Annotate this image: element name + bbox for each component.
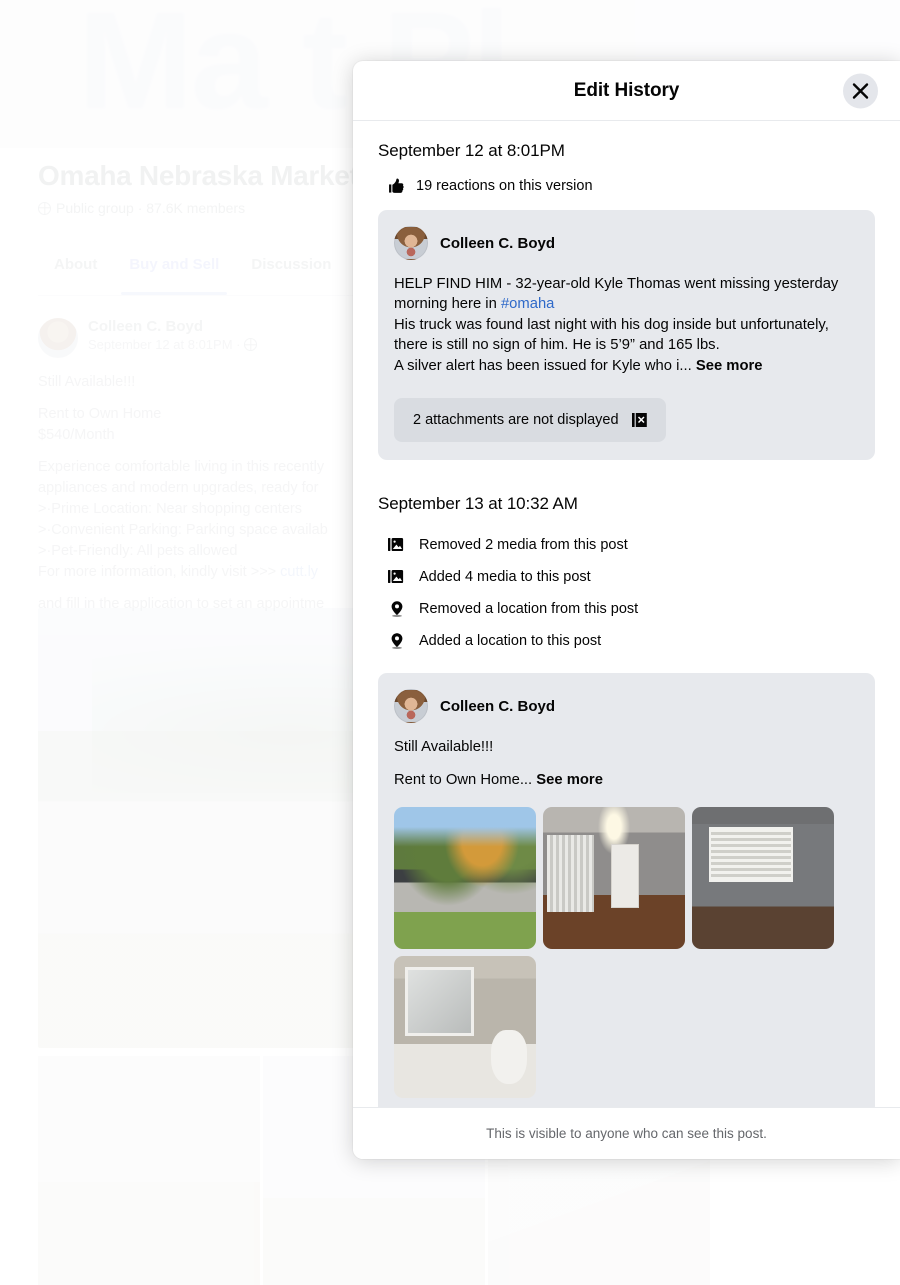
change-label: Added 4 media to this post xyxy=(419,569,591,586)
change-label: Added a location to this post xyxy=(419,633,602,650)
media-icon xyxy=(388,570,404,584)
post-text-line-3: His truck was found last night with his … xyxy=(394,316,829,333)
change-label: Removed 2 media from this post xyxy=(419,537,628,554)
reactions-count-text: 19 reactions on this version xyxy=(416,177,593,194)
post-text-line-2: morning here in #omaha xyxy=(394,294,859,314)
change-item-added-media: Added 4 media to this post xyxy=(388,561,875,593)
post-text-line-5-text: A silver alert has been issued for Kyle … xyxy=(394,357,692,374)
visibility-note: This is visible to anyone who can see th… xyxy=(486,1126,767,1141)
post-text-line-1: Still Available!!! xyxy=(394,739,494,756)
version-post-card-2: Colleen C. Boyd Still Available!!! Rent … xyxy=(378,673,875,1107)
photo-bathroom[interactable] xyxy=(394,955,536,1098)
photo-bedroom-window[interactable] xyxy=(692,806,834,949)
see-more-link[interactable]: See more xyxy=(696,358,763,374)
post-photo-row xyxy=(394,806,859,949)
see-more-link[interactable]: See more xyxy=(536,772,603,788)
broken-image-icon xyxy=(631,413,647,428)
post-text-line-4: there is still no sign of him. He is 5’9… xyxy=(394,337,720,354)
change-list: Removed 2 media from this post Added 4 m… xyxy=(378,529,875,657)
photo-house-exterior[interactable] xyxy=(394,806,536,949)
change-item-added-location: Added a location to this post xyxy=(388,625,875,657)
post-text-line-2-pre: morning here in xyxy=(394,296,501,313)
hashtag-omaha[interactable]: #omaha xyxy=(501,296,554,312)
post-author-row: Colleen C. Boyd xyxy=(394,226,859,260)
post-text: Still Available!!! Rent to Own Home... S… xyxy=(394,737,859,791)
version-block-2: September 13 at 10:32 AM Removed 2 media… xyxy=(378,494,875,1107)
dialog-title: Edit History xyxy=(573,79,680,101)
dialog-body[interactable]: September 12 at 8:01PM 19 reactions on t… xyxy=(353,121,900,1107)
change-item-removed-media: Removed 2 media from this post xyxy=(388,529,875,561)
dialog-header: Edit History xyxy=(353,61,900,121)
version-date: September 13 at 10:32 AM xyxy=(378,494,578,514)
avatar xyxy=(394,226,428,260)
avatar xyxy=(394,689,428,724)
edit-history-dialog: Edit History September 12 at 8:01PM 19 r… xyxy=(353,61,900,1159)
photo-living-room-door[interactable] xyxy=(543,806,685,949)
version-post-card-1: Colleen C. Boyd HELP FIND HIM - 32-year-… xyxy=(378,210,875,461)
version-block-1: September 12 at 8:01PM 19 reactions on t… xyxy=(378,141,875,461)
post-photo-grid xyxy=(394,806,859,1098)
post-photo-row xyxy=(394,955,859,1098)
change-label: Removed a location from this post xyxy=(419,601,639,618)
version-date: September 12 at 8:01PM xyxy=(378,141,565,160)
post-text-line-5: A silver alert has been issued for Kyle … xyxy=(394,356,859,376)
close-icon xyxy=(852,82,869,99)
post-author-row: Colleen C. Boyd xyxy=(394,689,859,724)
reactions-row: 19 reactions on this version xyxy=(388,177,875,194)
location-pin-icon xyxy=(391,633,403,650)
change-item-removed-location: Removed a location from this post xyxy=(388,593,875,625)
post-author-name: Colleen C. Boyd xyxy=(440,234,556,252)
post-text-line-1: HELP FIND HIM - 32-year-old Kyle Thomas … xyxy=(394,276,839,292)
attachments-note-text: 2 attachments are not displayed xyxy=(413,412,619,429)
attachments-not-displayed-chip: 2 attachments are not displayed xyxy=(394,398,666,443)
post-text-line-2-text: Rent to Own Home... xyxy=(394,772,533,789)
dialog-footer: This is visible to anyone who can see th… xyxy=(353,1107,900,1159)
close-button[interactable] xyxy=(843,73,878,108)
post-author-name: Colleen C. Boyd xyxy=(440,697,556,715)
location-pin-icon xyxy=(391,601,403,618)
post-text: HELP FIND HIM - 32-year-old Kyle Thomas … xyxy=(394,274,859,376)
media-icon xyxy=(388,538,404,552)
thumbs-up-icon xyxy=(389,178,404,193)
post-text-line-2: Rent to Own Home... See more xyxy=(394,770,859,790)
